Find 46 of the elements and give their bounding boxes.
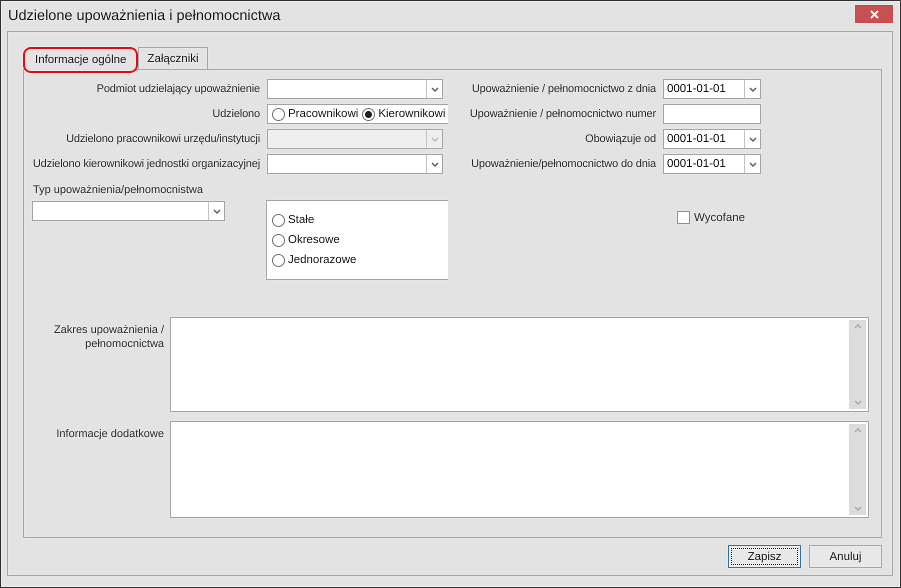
date-picker[interactable]: 0001-01-01 [663,154,761,174]
window-title: Udzielone upoważnienia i pełnomocnictwa [8,8,280,24]
dropdown[interactable] [32,201,225,221]
close-icon [870,10,878,18]
chevron-down-icon [748,162,756,166]
radio-option[interactable]: Kierownikowi [362,108,446,120]
field-label: Udzielono pracownikowi urzędu/instytucji [65,133,260,145]
date-picker[interactable]: 0001-01-01 [663,79,761,99]
dropdown[interactable] [267,79,443,99]
chevron-down-icon [854,506,862,511]
chevron-down-icon [748,136,756,142]
scrollbar[interactable] [849,320,866,409]
dropdown[interactable] [267,154,443,174]
text-area[interactable] [170,317,869,412]
field-label: Udzielono kierownikowi jednostki organizacyjnej [32,158,260,170]
field-label: Upoważnienie / pełnomocnictwo z dnia [470,83,656,95]
field-label: Udzielono [211,108,260,120]
save-button[interactable]: Zapisz [728,545,801,568]
radio-option[interactable]: Okresowe [272,234,448,246]
chevron-down-icon [748,86,756,92]
scrollbar[interactable] [849,424,866,515]
field-label: Upoważnienie/pełnomocnictwo do dnia [470,158,656,170]
tab[interactable]: Załączniki [138,47,208,69]
field-label: Typ upoważnienia/pełnomocnistwa [32,184,204,196]
field-label: Obowiązuje od [584,133,656,145]
tab[interactable]: Informacje ogólne [23,47,138,73]
text-area[interactable] [170,421,869,518]
chevron-down-icon [212,208,220,214]
field-label: Podmiot udzielający upoważnienie [96,83,260,95]
field-label: Informacje dodatkowe [55,427,164,442]
chevron-down-icon [430,136,438,142]
cancel-button[interactable]: Anuluj [809,545,882,568]
chevron-up-icon [854,324,862,329]
date-picker[interactable]: 0001-01-01 [663,129,761,149]
chevron-up-icon [854,428,862,433]
input-field[interactable] [663,104,761,124]
close-button[interactable] [855,5,893,23]
field-label: Zakres upoważnienia / pełnomocnictwa [52,323,164,352]
radio-option[interactable]: Stałe [272,214,448,226]
radio-option[interactable]: Jednorazowe [272,254,448,266]
checkbox[interactable]: Wycofane [677,211,869,224]
field-label: Upoważnienie / pełnomocnictwo numer [468,108,656,120]
chevron-down-icon [854,400,862,405]
chevron-down-icon [430,162,438,166]
radio-option[interactable]: Pracownikowi [272,108,358,120]
chevron-down-icon [430,86,438,92]
